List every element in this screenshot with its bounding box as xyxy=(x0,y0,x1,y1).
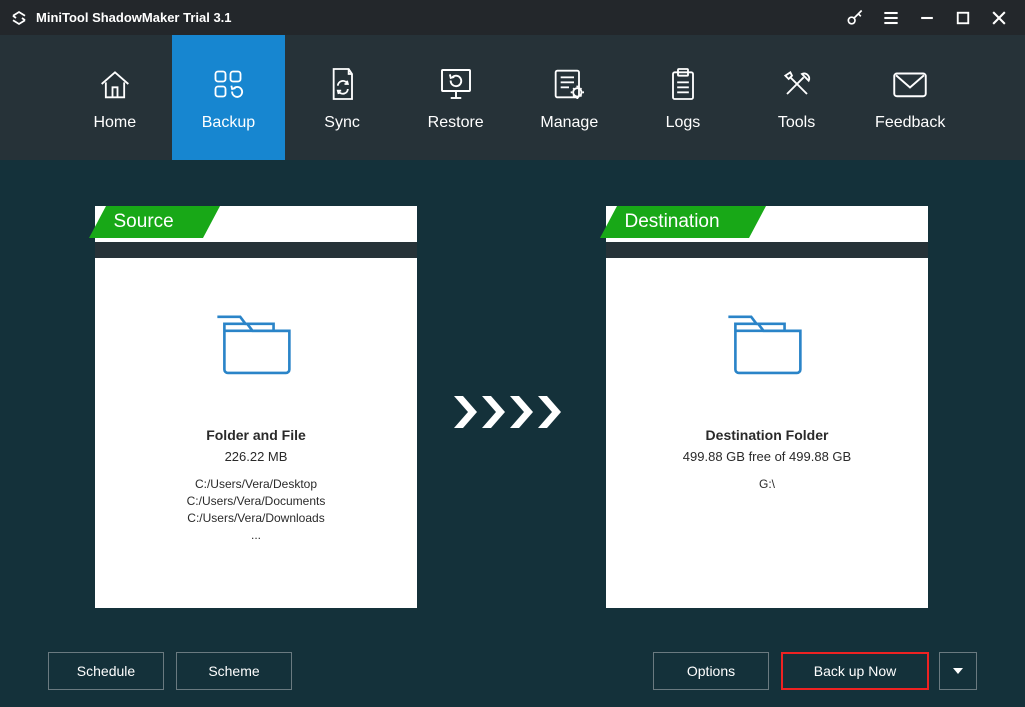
backup-now-button[interactable]: Back up Now xyxy=(781,652,929,690)
chevron-down-icon xyxy=(952,665,964,677)
key-icon[interactable] xyxy=(837,0,873,35)
destination-tab: Destination xyxy=(600,206,776,242)
source-tab: Source xyxy=(89,206,265,242)
nav-label: Logs xyxy=(666,114,701,132)
nav-logs[interactable]: Logs xyxy=(626,35,740,160)
menu-icon[interactable] xyxy=(873,0,909,35)
destination-panel[interactable]: Destination Destination Folder 499.88 GB… xyxy=(606,206,928,608)
close-button[interactable] xyxy=(981,0,1017,35)
titlebar: MiniTool ShadowMaker Trial 3.1 xyxy=(0,0,1025,35)
destination-title: Destination Folder xyxy=(706,427,829,443)
main-area: Source Folder and File 226.22 MB C:/User… xyxy=(0,160,1025,635)
nav-tools[interactable]: Tools xyxy=(740,35,854,160)
nav-label: Restore xyxy=(428,114,484,132)
options-button[interactable]: Options xyxy=(653,652,769,690)
source-size: 226.22 MB xyxy=(225,449,288,464)
sync-icon xyxy=(324,64,360,104)
footer: Schedule Scheme Options Back up Now xyxy=(0,635,1025,707)
nav-label: Manage xyxy=(540,114,598,132)
manage-icon xyxy=(549,64,589,104)
source-title: Folder and File xyxy=(206,427,306,443)
logs-icon xyxy=(665,64,701,104)
source-panel[interactable]: Source Folder and File 226.22 MB C:/User… xyxy=(95,206,417,608)
restore-icon xyxy=(435,64,477,104)
destination-path: G:\ xyxy=(759,476,775,493)
nav-label: Sync xyxy=(324,114,360,132)
folder-icon xyxy=(723,308,811,385)
nav-backup[interactable]: Backup xyxy=(172,35,286,160)
feedback-icon xyxy=(889,64,931,104)
source-path: C:/Users/Vera/Downloads xyxy=(187,510,324,527)
backup-dropdown-button[interactable] xyxy=(939,652,977,690)
nav-sync[interactable]: Sync xyxy=(285,35,399,160)
source-path: C:/Users/Vera/Documents xyxy=(187,493,326,510)
arrows-icon xyxy=(454,392,564,432)
nav-restore[interactable]: Restore xyxy=(399,35,513,160)
nav-label: Backup xyxy=(202,114,255,132)
destination-tab-label: Destination xyxy=(625,211,720,233)
maximize-button[interactable] xyxy=(945,0,981,35)
scheme-button[interactable]: Scheme xyxy=(176,652,292,690)
nav-home[interactable]: Home xyxy=(58,35,172,160)
nav-manage[interactable]: Manage xyxy=(513,35,627,160)
source-tab-label: Source xyxy=(114,211,174,233)
app-title: MiniTool ShadowMaker Trial 3.1 xyxy=(36,10,232,25)
nav-label: Home xyxy=(93,114,136,132)
schedule-button[interactable]: Schedule xyxy=(48,652,164,690)
home-icon xyxy=(95,64,135,104)
backup-icon xyxy=(208,64,248,104)
folder-icon xyxy=(212,308,300,385)
navbar: Home Backup Sync Restore xyxy=(0,35,1025,160)
destination-size: 499.88 GB free of 499.88 GB xyxy=(683,449,851,464)
nav-feedback[interactable]: Feedback xyxy=(853,35,967,160)
app-logo-icon xyxy=(10,9,28,27)
nav-label: Tools xyxy=(778,114,815,132)
tools-icon xyxy=(777,64,817,104)
nav-label: Feedback xyxy=(875,114,945,132)
source-path-more: ... xyxy=(251,527,261,544)
minimize-button[interactable] xyxy=(909,0,945,35)
source-path: C:/Users/Vera/Desktop xyxy=(195,476,317,493)
